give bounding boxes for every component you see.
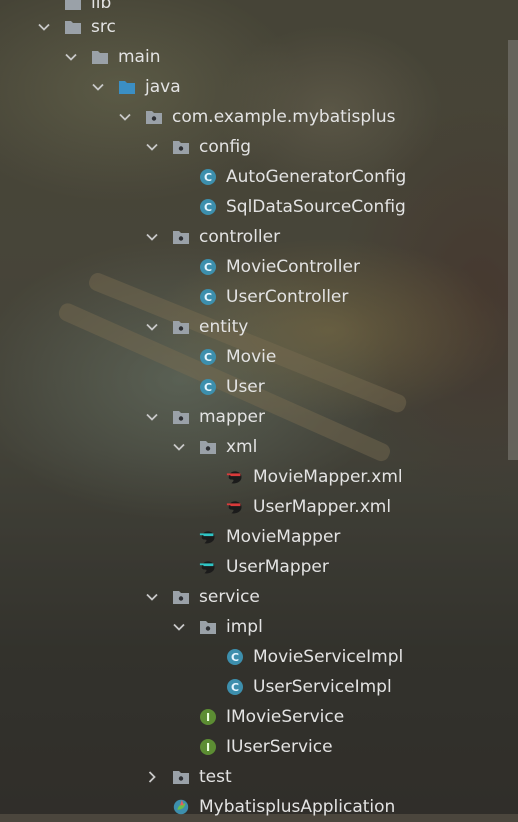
class-icon: C [199,288,217,306]
tree-item-controller[interactable]: controller [0,222,518,252]
tree-item-sql-data-source-config[interactable]: C SqlDataSourceConfig [0,192,518,222]
chevron-down-icon[interactable] [145,230,159,244]
tree-item-label: MovieMapper.xml [253,467,403,487]
tree-item-movie-mapper[interactable]: MovieMapper [0,522,518,552]
chevron-down-icon[interactable] [172,620,186,634]
folder-icon [64,0,82,12]
mybatis-xml-icon [226,468,244,486]
tree-item-label: UserMapper.xml [253,497,392,517]
tree-item-label: MovieServiceImpl [253,647,404,667]
tree-item-label: java [145,77,181,97]
tree-item-user-mapper[interactable]: UserMapper [0,552,518,582]
tree-item-label: xml [226,437,258,457]
package-icon [172,768,190,786]
chevron-right-icon[interactable] [145,770,159,784]
tree-item-label: config [199,137,252,157]
tree-item-label: UserServiceImpl [253,677,392,697]
class-icon: C [226,678,244,696]
tree-item-iuser-service[interactable]: I IUserService [0,732,518,762]
tree-item-label: src [91,17,116,37]
tree-item-user-controller[interactable]: C UserController [0,282,518,312]
package-icon [172,318,190,336]
tree-item-movie-mapper-xml[interactable]: MovieMapper.xml [0,462,518,492]
tree-item-imovie-service[interactable]: I IMovieService [0,702,518,732]
chevron-down-icon[interactable] [91,80,105,94]
tree-item-movie-service-impl[interactable]: C MovieServiceImpl [0,642,518,672]
tree-item-label: MovieController [226,257,360,277]
chevron-down-icon[interactable] [64,50,78,64]
tree-item-label: UserMapper [226,557,329,577]
tree-item-xml[interactable]: xml [0,432,518,462]
mybatis-mapper-icon [199,528,217,546]
package-icon [199,438,217,456]
tree-item-user[interactable]: C User [0,372,518,402]
chevron-down-icon[interactable] [172,440,186,454]
tree-item-label: MybatisplusApplication [199,797,396,817]
tree-item-label: mapper [199,407,266,427]
tree-item-mybatisplus-application[interactable]: MybatisplusApplication [0,792,518,822]
class-icon: C [199,258,217,276]
package-icon [172,138,190,156]
mybatis-xml-icon [226,498,244,516]
tree-item-main[interactable]: main [0,42,518,72]
tree-item-label: AutoGeneratorConfig [226,167,407,187]
tree-item-label: UserController [226,287,349,307]
tree-item-label: SqlDataSourceConfig [226,197,406,217]
project-tree: lib src main java com.example.mybatisplus con… [0,0,518,817]
tree-item-java[interactable]: java [0,72,518,102]
tree-item-user-service-impl[interactable]: C UserServiceImpl [0,672,518,702]
tree-item-test[interactable]: test [0,762,518,792]
class-icon: C [199,348,217,366]
tree-item-label: IMovieService [226,707,345,727]
chevron-down-icon[interactable] [145,410,159,424]
tree-item-package[interactable]: com.example.mybatisplus [0,102,518,132]
tree-item-label: Movie [226,347,277,367]
package-icon [172,588,190,606]
interface-icon: I [199,708,217,726]
package-icon [199,618,217,636]
tree-item-config[interactable]: config [0,132,518,162]
tree-item-label: impl [226,617,263,637]
package-icon [172,228,190,246]
tree-item-label: main [118,47,161,67]
spring-boot-icon [172,798,190,816]
tree-item-src[interactable]: src [0,12,518,42]
package-icon [172,408,190,426]
tree-item-label: User [226,377,265,397]
tree-item-label: IUserService [226,737,333,757]
class-icon: C [226,648,244,666]
tree-item-service[interactable]: service [0,582,518,612]
chevron-down-icon[interactable] [145,140,159,154]
folder-icon [91,48,109,66]
tree-item-entity[interactable]: entity [0,312,518,342]
tree-item-label: entity [199,317,249,337]
class-icon: C [199,378,217,396]
tree-item-label: controller [199,227,281,247]
tree-item-impl[interactable]: impl [0,612,518,642]
class-icon: C [199,198,217,216]
chevron-down-icon[interactable] [145,320,159,334]
tree-item-label: test [199,767,232,787]
chevron-down-icon[interactable] [37,20,51,34]
source-folder-icon [118,78,136,96]
tree-item-user-mapper-xml[interactable]: UserMapper.xml [0,492,518,522]
mybatis-mapper-icon [199,558,217,576]
tree-item-label: com.example.mybatisplus [172,107,396,127]
class-icon: C [199,168,217,186]
package-icon [145,108,163,126]
tree-item-mapper[interactable]: mapper [0,402,518,432]
chevron-down-icon[interactable] [118,110,132,124]
tree-item-auto-generator-config[interactable]: C AutoGeneratorConfig [0,162,518,192]
interface-icon: I [199,738,217,756]
chevron-down-icon[interactable] [145,590,159,604]
tree-item-label: service [199,587,260,607]
tree-item-movie-controller[interactable]: C MovieController [0,252,518,282]
tree-item-movie[interactable]: C Movie [0,342,518,372]
folder-icon [64,18,82,36]
tree-item-label: MovieMapper [226,527,341,547]
